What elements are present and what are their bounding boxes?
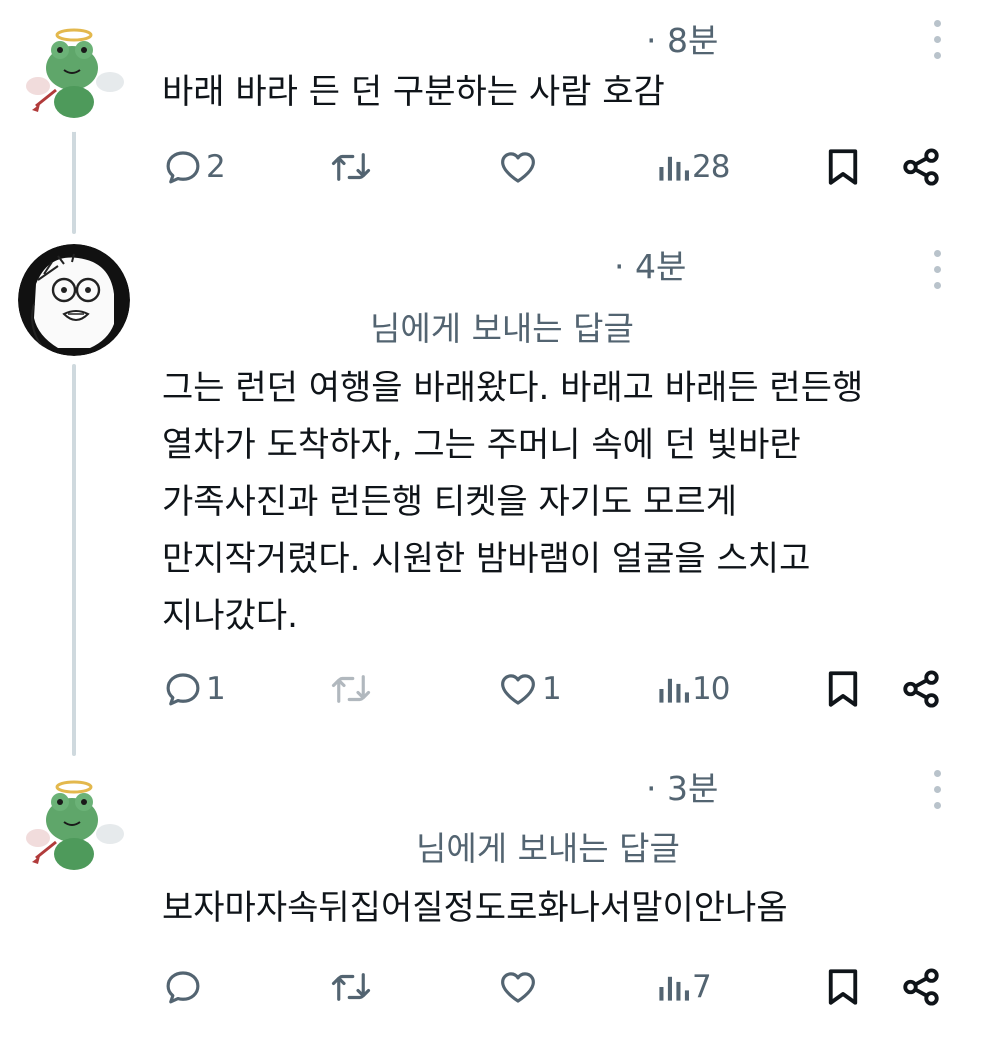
reply-button[interactable]: 1 [162, 664, 226, 714]
action-bar: 2 28 [0, 142, 1006, 192]
views-icon [659, 156, 689, 181]
post-text: 보자마자속뒤집어질정도로화나서말이안나옴 [162, 880, 788, 937]
views-button[interactable]: 28 [656, 142, 730, 192]
like-count: 1 [542, 671, 562, 707]
bookmark-button[interactable] [824, 142, 862, 192]
share-icon [903, 148, 939, 186]
text-line: 그는 런던 여행을 바래왔다. 바래고 바래든 런든행 [162, 368, 864, 408]
reply-icon [166, 971, 200, 1004]
reply-count: 1 [206, 671, 226, 707]
reply-icon [166, 673, 200, 706]
repost-icon [331, 153, 371, 181]
views-icon [659, 678, 689, 703]
bookmark-icon [828, 969, 858, 1005]
share-button[interactable] [900, 664, 942, 714]
repost-icon [331, 973, 371, 1001]
bookmark-icon [828, 671, 858, 707]
avatar-frog[interactable] [18, 20, 130, 132]
action-bar: 7 [0, 962, 1006, 1012]
share-icon [903, 968, 939, 1006]
like-button[interactable] [496, 962, 540, 1012]
views-button[interactable]: 10 [656, 664, 730, 714]
post-time: · 4분 [614, 247, 687, 286]
views-count: 10 [692, 671, 730, 707]
more-vertical-icon[interactable] [928, 18, 948, 62]
text-line: 바래 바라 든 던 구분하는 사람 호감 [162, 72, 665, 112]
like-icon [501, 972, 535, 1003]
like-icon [501, 152, 535, 183]
reply-button[interactable] [162, 962, 204, 1012]
avatar-frog[interactable] [18, 772, 130, 884]
reply-button[interactable]: 2 [162, 142, 226, 192]
repost-button[interactable] [328, 142, 374, 192]
repost-icon [331, 675, 371, 703]
share-button[interactable] [900, 142, 942, 192]
like-icon [501, 674, 535, 705]
views-count: 28 [692, 149, 730, 185]
post-text: 바래 바라 든 던 구분하는 사람 호감 [162, 64, 665, 121]
views-button[interactable]: 7 [656, 962, 712, 1012]
repost-button[interactable] [328, 962, 374, 1012]
bookmark-icon [828, 149, 858, 185]
like-button[interactable] [496, 142, 540, 192]
reply-icon [166, 151, 200, 184]
bookmark-button[interactable] [824, 664, 862, 714]
reply-count: 2 [206, 149, 226, 185]
text-line: 지나갔다. [162, 596, 298, 636]
action-bar: 1 1 10 [0, 664, 1006, 714]
views-icon [659, 976, 689, 1001]
more-vertical-icon[interactable] [928, 248, 948, 292]
repost-button[interactable] [328, 664, 374, 714]
reply-to-label[interactable]: 님에게 보내는 답글 [370, 302, 634, 350]
text-line: 열차가 도착하자, 그는 주머니 속에 던 빛바란 [162, 425, 801, 465]
post-time: · 8분 [646, 21, 719, 60]
views-count: 7 [692, 969, 712, 1005]
avatar-sketch[interactable] [18, 244, 130, 356]
post-2[interactable]: · 4분 님에게 보내는 답글 그는 런던 여행을 바래왔다. 바래고 바래든 … [0, 230, 1006, 756]
post-3[interactable]: · 3분 님에게 보내는 답글 보자마자속뒤집어질정도로화나서말이안나옴 7 [0, 750, 1006, 1050]
share-icon [903, 670, 939, 708]
text-line: 보자마자속뒤집어질정도로화나서말이안나옴 [162, 888, 788, 928]
text-line: 가족사진과 런든행 티켓을 자기도 모르게 [162, 482, 737, 522]
bookmark-button[interactable] [824, 962, 862, 1012]
reply-to-label[interactable]: 님에게 보내는 답글 [416, 822, 680, 870]
post-time: · 3분 [646, 769, 719, 808]
share-button[interactable] [900, 962, 942, 1012]
more-vertical-icon[interactable] [928, 768, 948, 812]
post-1[interactable]: · 8분 바래 바라 든 던 구분하는 사람 호감 2 28 [0, 0, 1006, 234]
post-text: 그는 런던 여행을 바래왔다. 바래고 바래든 런든행 열차가 도착하자, 그는… [162, 360, 863, 645]
text-line: 만지작거렸다. 시원한 밤바램이 얼굴을 스치고 [162, 539, 811, 579]
like-button[interactable]: 1 [496, 664, 562, 714]
